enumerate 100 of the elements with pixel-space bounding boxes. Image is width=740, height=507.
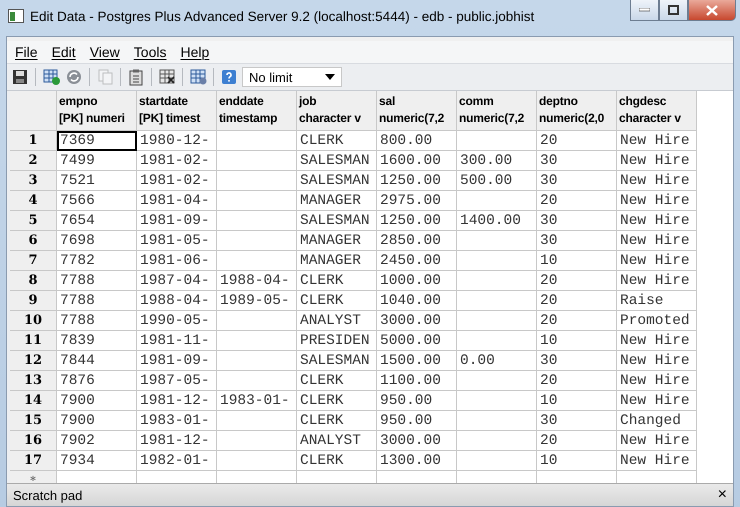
- table-cell[interactable]: 7566: [57, 191, 137, 211]
- table-cell[interactable]: [217, 411, 297, 431]
- minimize-button[interactable]: [630, 0, 659, 21]
- toolbar-button[interactable]: [41, 67, 61, 87]
- table-cell[interactable]: 1981-02-: [137, 151, 217, 171]
- table-cell[interactable]: 1983-01-: [137, 411, 217, 431]
- table-cell[interactable]: 1988-04-: [217, 271, 297, 291]
- table-cell[interactable]: [217, 371, 297, 391]
- table-cell[interactable]: SALESMAN: [297, 151, 377, 171]
- table-cell[interactable]: [457, 391, 537, 411]
- limit-dropdown[interactable]: No limit: [242, 67, 342, 87]
- table-cell[interactable]: New Hire: [617, 151, 697, 171]
- table-cell[interactable]: 10: [537, 331, 617, 351]
- table-cell[interactable]: 7782: [57, 251, 137, 271]
- table-cell[interactable]: PRESIDEN: [297, 331, 377, 351]
- table-cell[interactable]: 7839: [57, 331, 137, 351]
- table-cell[interactable]: 0.00: [457, 351, 537, 371]
- table-cell[interactable]: 1040.00: [377, 291, 457, 311]
- table-cell[interactable]: 1300.00: [377, 451, 457, 471]
- table-cell[interactable]: [457, 291, 537, 311]
- table-cell[interactable]: SALESMAN: [297, 171, 377, 191]
- column-header[interactable]: chgdesc character v: [617, 91, 697, 131]
- table-cell[interactable]: Changed: [617, 411, 697, 431]
- table-cell[interactable]: New Hire: [617, 211, 697, 231]
- row-number[interactable]: 2: [10, 151, 57, 171]
- table-cell[interactable]: 30: [537, 231, 617, 251]
- table-cell[interactable]: 7788: [57, 271, 137, 291]
- table-cell[interactable]: 950.00: [377, 391, 457, 411]
- table-cell[interactable]: 1989-05-: [217, 291, 297, 311]
- table-cell[interactable]: MANAGER: [297, 231, 377, 251]
- table-cell[interactable]: 1981-06-: [137, 251, 217, 271]
- row-number[interactable]: 3: [10, 171, 57, 191]
- table-cell[interactable]: [217, 151, 297, 171]
- table-cell[interactable]: 5000.00: [377, 331, 457, 351]
- table-cell[interactable]: New Hire: [617, 251, 697, 271]
- table-cell[interactable]: New Hire: [617, 191, 697, 211]
- table-cell[interactable]: 7654: [57, 211, 137, 231]
- menu-item[interactable]: Edit: [46, 44, 82, 60]
- table-cell[interactable]: 1600.00: [377, 151, 457, 171]
- table-cell[interactable]: 1500.00: [377, 351, 457, 371]
- table-cell[interactable]: New Hire: [617, 171, 697, 191]
- table-cell[interactable]: SALESMAN: [297, 351, 377, 371]
- close-icon[interactable]: ×: [718, 486, 727, 504]
- table-cell[interactable]: 950.00: [377, 411, 457, 431]
- table-cell[interactable]: 7521: [57, 171, 137, 191]
- table-cell[interactable]: [457, 451, 537, 471]
- table-cell[interactable]: 7499: [57, 151, 137, 171]
- table-cell[interactable]: 3000.00: [377, 311, 457, 331]
- table-cell[interactable]: [217, 211, 297, 231]
- column-header[interactable]: enddate timestamp: [217, 91, 297, 131]
- table-cell[interactable]: CLERK: [297, 131, 377, 151]
- table-cell[interactable]: [457, 311, 537, 331]
- table-cell[interactable]: New Hire: [617, 391, 697, 411]
- table-cell[interactable]: 20: [537, 371, 617, 391]
- row-number[interactable]: 4: [10, 191, 57, 211]
- column-header[interactable]: sal numeric(7,2: [377, 91, 457, 131]
- row-number[interactable]: 10: [10, 311, 57, 331]
- column-header[interactable]: deptno numeric(2,0: [537, 91, 617, 131]
- table-cell[interactable]: [217, 251, 297, 271]
- table-cell[interactable]: ANALYST: [297, 431, 377, 451]
- table-cell[interactable]: New Hire: [617, 431, 697, 451]
- menu-item[interactable]: File: [9, 44, 44, 60]
- row-number[interactable]: 13: [10, 371, 57, 391]
- table-cell[interactable]: 1987-05-: [137, 371, 217, 391]
- table-cell[interactable]: 2850.00: [377, 231, 457, 251]
- table-cell[interactable]: 20: [537, 311, 617, 331]
- column-header[interactable]: comm numeric(7,2: [457, 91, 537, 131]
- table-cell[interactable]: 30: [537, 411, 617, 431]
- table-cell[interactable]: 1250.00: [377, 211, 457, 231]
- row-number[interactable]: 16: [10, 431, 57, 451]
- table-cell[interactable]: [457, 131, 537, 151]
- table-cell[interactable]: CLERK: [297, 391, 377, 411]
- row-number[interactable]: 17: [10, 451, 57, 471]
- table-cell[interactable]: [217, 191, 297, 211]
- table-cell[interactable]: 800.00: [377, 131, 457, 151]
- table-cell[interactable]: New Hire: [617, 351, 697, 371]
- table-cell[interactable]: 1980-12-: [137, 131, 217, 151]
- table-cell[interactable]: 10: [537, 451, 617, 471]
- table-cell[interactable]: Raise: [617, 291, 697, 311]
- table-cell[interactable]: New Hire: [617, 271, 697, 291]
- table-cell[interactable]: 1987-04-: [137, 271, 217, 291]
- toolbar-button[interactable]: [188, 67, 208, 87]
- table-cell[interactable]: 7698: [57, 231, 137, 251]
- row-number[interactable]: 6: [10, 231, 57, 251]
- table-cell[interactable]: 3000.00: [377, 431, 457, 451]
- table-cell[interactable]: 1981-02-: [137, 171, 217, 191]
- table-cell[interactable]: [217, 131, 297, 151]
- table-cell[interactable]: 1981-09-: [137, 211, 217, 231]
- table-cell[interactable]: [217, 331, 297, 351]
- menu-item[interactable]: Help: [174, 44, 216, 60]
- table-cell[interactable]: New Hire: [617, 331, 697, 351]
- column-header[interactable]: empno [PK] numeri: [57, 91, 137, 131]
- table-cell[interactable]: 10: [537, 391, 617, 411]
- table-cell[interactable]: New Hire: [617, 451, 697, 471]
- table-cell[interactable]: 2450.00: [377, 251, 457, 271]
- table-cell[interactable]: New Hire: [617, 371, 697, 391]
- table-cell[interactable]: New Hire: [617, 231, 697, 251]
- row-number[interactable]: 7: [10, 251, 57, 271]
- table-cell[interactable]: [457, 191, 537, 211]
- table-cell[interactable]: CLERK: [297, 371, 377, 391]
